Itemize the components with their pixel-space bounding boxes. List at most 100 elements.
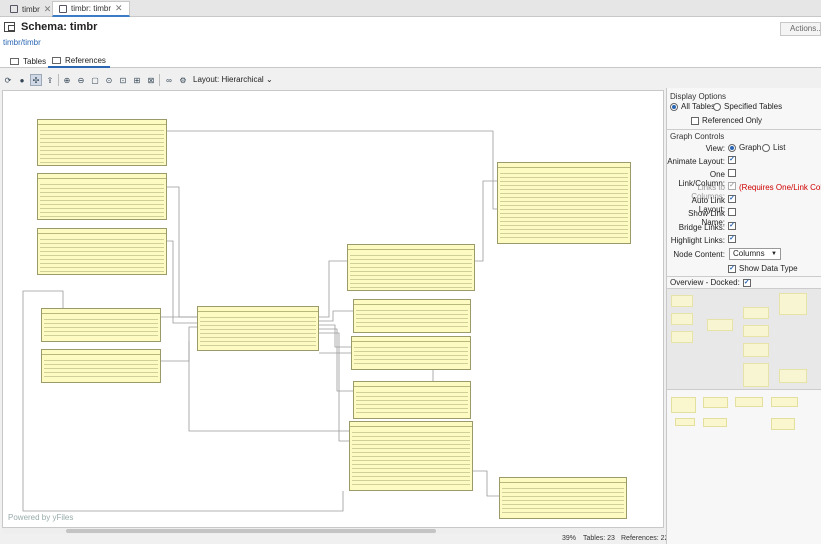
graph-controls-heading: Graph Controls bbox=[670, 132, 725, 141]
table-node[interactable] bbox=[347, 244, 475, 291]
reference-link[interactable] bbox=[167, 240, 197, 324]
overview-node bbox=[771, 397, 798, 407]
settings-icon[interactable]: ⚙ bbox=[177, 74, 189, 86]
table-node[interactable] bbox=[37, 228, 167, 275]
table-node-columns bbox=[40, 236, 164, 272]
scrollbar-thumb[interactable] bbox=[66, 529, 436, 533]
specified-tables-radio[interactable]: Specified Tables bbox=[713, 102, 782, 111]
toolbar-separator bbox=[58, 74, 59, 86]
reference-link[interactable] bbox=[161, 326, 197, 362]
table-icon bbox=[10, 57, 19, 65]
node-content-label: Node Content: bbox=[673, 250, 725, 259]
diagram-toolbar: ⟳ ● ✣ ⇪ ⊕ ⊖ ▢ ⊙ ⊡ ⊞ ⊠ ∞ ⚙ bbox=[0, 72, 665, 88]
table-node[interactable] bbox=[499, 477, 627, 519]
table-node-header bbox=[38, 174, 166, 179]
show-link-name-checkbox[interactable] bbox=[728, 208, 736, 216]
radio-button[interactable] bbox=[713, 102, 721, 111]
record-icon[interactable]: ● bbox=[16, 74, 28, 86]
reference-link[interactable] bbox=[319, 310, 353, 322]
checkbox[interactable]: ✓ bbox=[728, 264, 736, 273]
reference-link[interactable] bbox=[475, 180, 497, 262]
breadcrumb[interactable]: timbr/timbr bbox=[3, 38, 41, 47]
all-tables-radio[interactable]: All Tables bbox=[670, 102, 715, 111]
bridge-links-checkbox[interactable]: ✓ bbox=[728, 222, 736, 230]
show-data-type-checkbox[interactable]: ✓ Show Data Type bbox=[728, 264, 798, 273]
zoom-area-icon[interactable]: ⊡ bbox=[117, 74, 129, 86]
actions-button[interactable]: Actions... bbox=[780, 22, 821, 36]
radio-button[interactable] bbox=[728, 143, 736, 152]
table-node-header bbox=[38, 229, 166, 234]
overview-docked[interactable]: Overview - Docked: ✓ bbox=[670, 278, 751, 287]
node-content-select[interactable]: Columns ▼ bbox=[729, 248, 781, 260]
overview-node bbox=[671, 295, 693, 307]
overview-node bbox=[735, 397, 763, 407]
overview-label: Overview - Docked: bbox=[670, 278, 740, 287]
table-node[interactable] bbox=[351, 336, 471, 370]
horizontal-scrollbar[interactable] bbox=[2, 528, 664, 534]
table-node[interactable] bbox=[197, 306, 319, 351]
radio-label: Specified Tables bbox=[724, 102, 783, 111]
radio-button[interactable] bbox=[762, 143, 770, 152]
fit-page-icon[interactable]: ⊠ bbox=[145, 74, 157, 86]
reference-link[interactable] bbox=[319, 260, 347, 318]
list-radio[interactable]: List bbox=[762, 143, 785, 152]
close-icon[interactable]: ✕ bbox=[115, 3, 123, 14]
animate-layout-checkbox[interactable]: ✓ bbox=[728, 156, 736, 164]
table-node[interactable] bbox=[497, 162, 631, 244]
table-node-columns bbox=[500, 170, 628, 241]
reference-link[interactable] bbox=[167, 130, 497, 210]
table-node-columns bbox=[44, 316, 158, 339]
table-node-header bbox=[348, 245, 474, 250]
export-icon[interactable]: ⇪ bbox=[44, 74, 56, 86]
layout-dropdown[interactable]: Layout: Hierarchical ⌄ bbox=[193, 75, 273, 84]
radio-button[interactable] bbox=[670, 102, 678, 111]
editor-tab-timbr-schema[interactable]: timbr: timbr ✕ bbox=[52, 1, 130, 17]
reference-link[interactable] bbox=[167, 186, 197, 318]
table-node[interactable] bbox=[37, 119, 167, 166]
binoculars-icon[interactable]: ∞ bbox=[163, 74, 175, 86]
checkbox[interactable]: ✓ bbox=[742, 278, 751, 287]
reference-link[interactable] bbox=[319, 324, 351, 348]
checkbox[interactable] bbox=[691, 116, 699, 125]
tab-references[interactable]: References bbox=[48, 54, 110, 68]
reference-link[interactable] bbox=[319, 332, 349, 442]
view-label: View: bbox=[705, 144, 725, 153]
table-node-header bbox=[498, 163, 630, 168]
overview-node bbox=[743, 343, 769, 357]
auto-link-layout-checkbox[interactable]: ✓ bbox=[728, 195, 736, 203]
referenced-only-checkbox[interactable]: Referenced Only bbox=[691, 116, 762, 125]
chevron-down-icon: ⌄ bbox=[265, 75, 273, 84]
overview-pane[interactable] bbox=[667, 288, 821, 390]
graph-radio[interactable]: Graph bbox=[728, 143, 761, 152]
layout-label: Layout: Hierarchical bbox=[193, 75, 264, 84]
table-node[interactable] bbox=[37, 173, 167, 220]
editor-tab-timbr[interactable]: timbr ✕ bbox=[4, 1, 57, 17]
tab-tables[interactable]: Tables bbox=[6, 54, 50, 68]
zoom-selection-icon[interactable]: ⊙ bbox=[103, 74, 115, 86]
table-node[interactable] bbox=[349, 421, 473, 491]
grid-icon[interactable]: ⊞ bbox=[131, 74, 143, 86]
zoom-out-icon[interactable]: ⊖ bbox=[75, 74, 87, 86]
table-node[interactable] bbox=[41, 308, 161, 342]
table-node-header bbox=[42, 309, 160, 314]
radio-label: Graph bbox=[739, 143, 762, 152]
references-count: References: 22 bbox=[621, 535, 669, 542]
close-icon[interactable]: ✕ bbox=[44, 4, 52, 15]
table-node[interactable] bbox=[41, 349, 161, 383]
diagram-canvas[interactable]: Powered by yFiles bbox=[2, 90, 664, 528]
reference-link[interactable] bbox=[473, 470, 499, 497]
references-icon bbox=[52, 56, 61, 64]
tables-count: Tables: 23 bbox=[583, 535, 615, 542]
divider bbox=[667, 276, 821, 277]
reference-link[interactable] bbox=[188, 341, 349, 432]
fit-icon[interactable]: ▢ bbox=[89, 74, 101, 86]
highlight-links-checkbox[interactable]: ✓ bbox=[728, 235, 736, 243]
table-node[interactable] bbox=[353, 299, 471, 333]
pointer-mode-icon[interactable]: ✣ bbox=[30, 74, 42, 86]
one-link-checkbox[interactable] bbox=[728, 169, 736, 177]
zoom-in-icon[interactable]: ⊕ bbox=[61, 74, 73, 86]
table-node[interactable] bbox=[353, 381, 471, 419]
reference-link[interactable] bbox=[319, 328, 353, 392]
refresh-icon[interactable]: ⟳ bbox=[2, 74, 14, 86]
table-node-header bbox=[42, 350, 160, 355]
